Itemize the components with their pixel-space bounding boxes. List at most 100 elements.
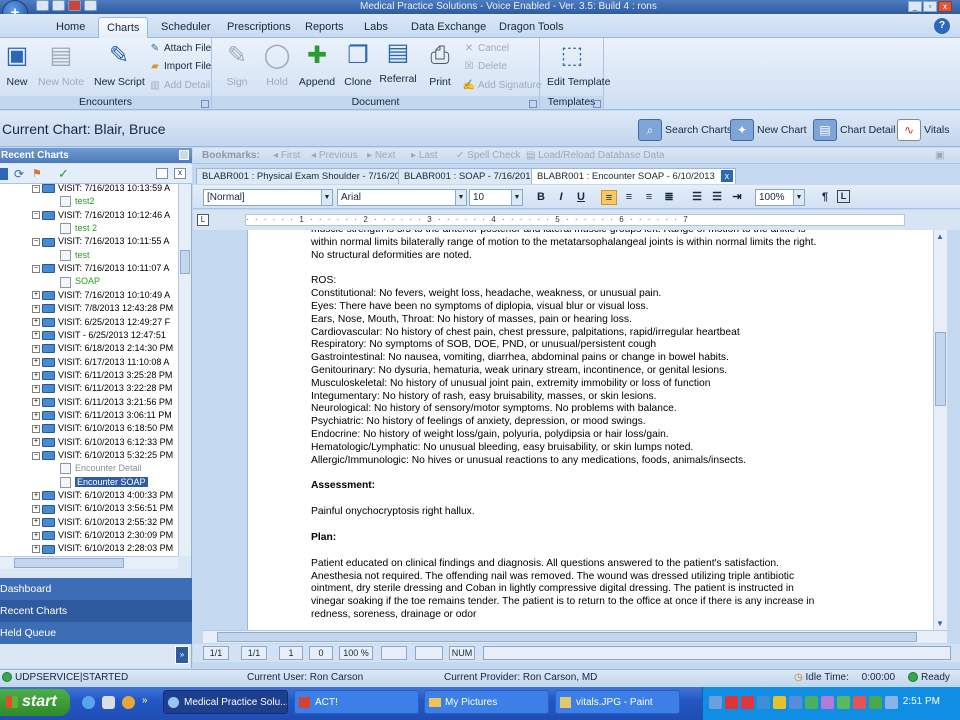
- doc-tab-physical-exam[interactable]: BLABR001 : Physical Exam Shoulder - 7/16…: [196, 168, 417, 184]
- font-size-select[interactable]: 10 ▼: [469, 189, 523, 206]
- document-launcher-icon[interactable]: [529, 100, 537, 108]
- search-charts-button[interactable]: ⌕ Search Charts: [638, 117, 732, 143]
- quick-access-icon[interactable]: [52, 0, 65, 11]
- document-scroll-thumb[interactable]: [935, 332, 946, 406]
- more-nav-icon[interactable]: »: [175, 646, 189, 664]
- tree-visit-row[interactable]: + VISIT: 6/25/2013 12:49:27 F: [32, 316, 170, 329]
- expand-icon[interactable]: +: [32, 291, 40, 300]
- expand-icon[interactable]: +: [32, 344, 40, 353]
- tree-hscroll-thumb[interactable]: [14, 558, 124, 568]
- document-vertical-scrollbar[interactable]: ▲ ▼: [933, 230, 947, 630]
- tray-icon-9[interactable]: [837, 696, 850, 709]
- tree-visit-row[interactable]: + VISIT: 6/10/2013 2:28:03 PM: [32, 542, 173, 555]
- align-center-button[interactable]: ≡: [621, 190, 637, 205]
- tree-visit-row[interactable]: − VISIT: 7/16/2013 10:11:55 A: [32, 235, 169, 248]
- tray-icon-5[interactable]: [773, 696, 786, 709]
- collapse-panel-icon[interactable]: [179, 150, 189, 160]
- expand-icon[interactable]: +: [32, 318, 40, 327]
- new-script-button[interactable]: ✎ New Script: [94, 41, 145, 88]
- justify-button[interactable]: ≣: [661, 190, 677, 205]
- tray-icon-8[interactable]: [821, 696, 834, 709]
- tree-nav-icon[interactable]: [0, 168, 8, 180]
- expand-icon[interactable]: +: [32, 398, 40, 407]
- tree-visit-row[interactable]: + VISIT - 6/25/2013 12:47:51: [32, 329, 166, 342]
- tree-visit-row[interactable]: + VISIT: 6/10/2013 3:56:51 PM: [32, 502, 173, 515]
- close-tab-icon[interactable]: x: [720, 170, 733, 182]
- zoom-select[interactable]: 100% ▼: [755, 189, 805, 206]
- tree-visit-row[interactable]: + VISIT: 7/16/2013 10:10:49 A: [32, 289, 170, 302]
- tree-visit-row[interactable]: + VISIT: 6/18/2013 2:14:30 PM: [32, 342, 173, 355]
- tab-labs[interactable]: Labs: [356, 17, 396, 38]
- bullet-list-button[interactable]: ☰: [689, 190, 705, 205]
- ruler-scale[interactable]: · · · · · · 1 · · · · · · 2 · · · · · · …: [245, 214, 905, 226]
- tree-visit-row[interactable]: + VISIT: 7/8/2013 12:43:28 PM: [32, 302, 173, 315]
- tree-visit-row[interactable]: − VISIT: 7/16/2013 10:11:07 A: [32, 262, 169, 275]
- bookmark-previous-button[interactable]: ◂ Previous: [311, 148, 358, 164]
- tab-scheduler[interactable]: Scheduler: [153, 17, 219, 38]
- new-note-button[interactable]: ▤ New Note: [36, 41, 86, 88]
- quick-close-icon[interactable]: [68, 0, 81, 11]
- reload-data-button[interactable]: ▤ Load/Reload Database Data: [526, 148, 664, 164]
- panel-view-icon[interactable]: [156, 168, 168, 179]
- tree-visit-row[interactable]: + VISIT: 6/10/2013 6:18:50 PM: [32, 422, 173, 435]
- bookmark-next-button[interactable]: ▸ Next: [367, 148, 395, 164]
- refresh-icon[interactable]: ⟳: [14, 167, 27, 181]
- task-act[interactable]: ACT!: [294, 690, 419, 714]
- document-text[interactable]: muscle strength is 5/5 to the anterior p…: [311, 230, 871, 622]
- vitals-button[interactable]: ∿ Vitals: [897, 117, 950, 143]
- bookmark-last-button[interactable]: ▸ Last: [411, 148, 438, 164]
- lock-icon[interactable]: ▣: [935, 148, 944, 164]
- tree-note-row[interactable]: SOAP: [60, 275, 100, 288]
- expand-icon[interactable]: +: [32, 438, 40, 447]
- expand-icon[interactable]: +: [32, 518, 40, 527]
- quicklaunch-icon-2[interactable]: [102, 696, 115, 709]
- bold-button[interactable]: B: [533, 190, 549, 205]
- tree-visit-row[interactable]: − VISIT: 6/10/2013 5:32:25 PM: [32, 449, 173, 462]
- task-medical-practice[interactable]: Medical Practice Solu...: [163, 690, 288, 714]
- close-button[interactable]: x: [938, 1, 952, 12]
- tree-visit-row[interactable]: + VISIT: 6/10/2013 6:12:33 PM: [32, 436, 173, 449]
- expand-icon[interactable]: +: [32, 505, 40, 514]
- tree-visit-row[interactable]: + VISIT: 6/10/2013 2:55:32 PM: [32, 516, 173, 529]
- checkmark-icon[interactable]: ✓: [58, 166, 72, 181]
- collapse-icon[interactable]: −: [32, 451, 40, 460]
- doc-tab-encounter-soap[interactable]: BLABR001 : Encounter SOAP - 6/10/2013 x: [531, 168, 736, 184]
- tab-reports[interactable]: Reports: [297, 17, 352, 38]
- tray-icon-2[interactable]: [725, 696, 738, 709]
- add-signature-button[interactable]: ✍ Add Signature: [462, 78, 542, 94]
- nav-recent-charts[interactable]: Recent Charts: [0, 600, 192, 622]
- bookmark-first-button[interactable]: ◂ First: [273, 148, 300, 164]
- templates-launcher-icon[interactable]: [593, 100, 601, 108]
- quicklaunch-more-icon[interactable]: »: [142, 695, 148, 706]
- panel-close-icon[interactable]: x: [174, 168, 186, 179]
- cancel-button[interactable]: ✕ Cancel: [462, 41, 509, 57]
- tab-data-exchange[interactable]: Data Exchange: [403, 17, 494, 38]
- align-right-button[interactable]: ≡: [641, 190, 657, 205]
- chart-detail-button[interactable]: ▤ Chart Detail: [813, 117, 895, 143]
- tray-icon-7[interactable]: [805, 696, 818, 709]
- tray-icon-10[interactable]: [853, 696, 866, 709]
- expand-icon[interactable]: +: [32, 331, 40, 340]
- tab-home[interactable]: Home: [48, 17, 93, 38]
- tray-icon-12[interactable]: [885, 696, 898, 709]
- spell-check-button[interactable]: ✓ Spell Check: [456, 148, 521, 164]
- indent-button[interactable]: ⇥: [729, 190, 745, 205]
- encounters-launcher-icon[interactable]: [201, 100, 209, 108]
- new-chart-button[interactable]: ✦ New Chart: [730, 117, 807, 143]
- expand-icon[interactable]: +: [32, 531, 40, 540]
- import-file-button[interactable]: ▰ Import File: [148, 59, 211, 75]
- quick-save-icon[interactable]: [36, 0, 49, 11]
- tree-visit-row[interactable]: + VISIT: 6/11/2013 3:22:28 PM: [32, 382, 172, 395]
- tree-visit-row[interactable]: + VISIT: 6/11/2013 3:25:28 PM: [32, 369, 172, 382]
- tab-stop-selector[interactable]: L: [197, 214, 209, 226]
- tab-dragon-tools[interactable]: Dragon Tools: [491, 17, 572, 38]
- doc-tab-soap[interactable]: BLABR001 : SOAP - 7/16/2013: [398, 168, 542, 184]
- tab-charts[interactable]: Charts: [98, 17, 149, 38]
- expand-icon[interactable]: +: [32, 545, 40, 554]
- quick-access-dropdown-icon[interactable]: [84, 0, 97, 11]
- align-left-button[interactable]: ≡: [601, 190, 617, 205]
- tree-visit-row[interactable]: + VISIT: 6/17/2013 11:10:08 A: [32, 356, 169, 369]
- underline-button[interactable]: U: [573, 190, 589, 205]
- tree-visit-row[interactable]: − VISIT: 7/16/2013 10:13:59 A: [32, 184, 170, 195]
- add-detail-button[interactable]: ▥ Add Detail: [148, 78, 210, 94]
